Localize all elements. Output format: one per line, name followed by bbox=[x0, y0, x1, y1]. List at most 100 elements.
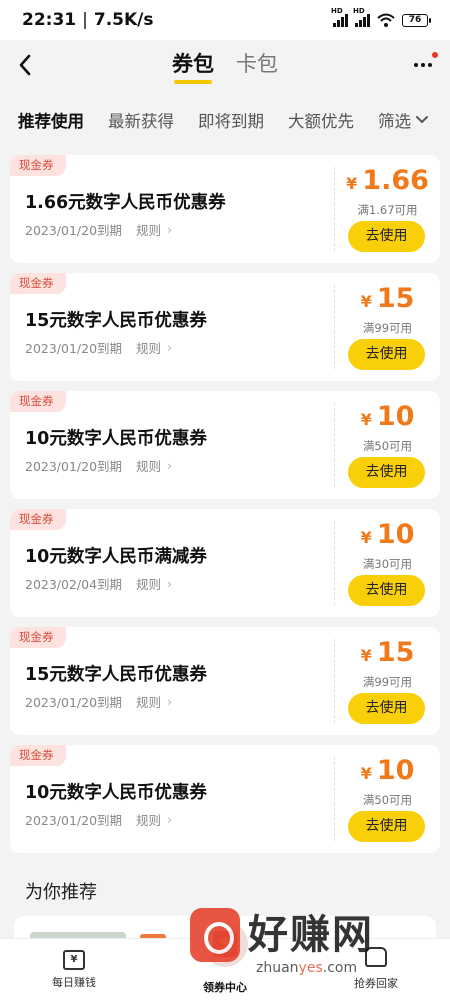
currency-symbol: ¥ bbox=[360, 292, 372, 311]
coupon-expiry: 2023/01/20到期 bbox=[25, 695, 123, 710]
coupon-value-panel: ¥ 15 满99可用 去使用 bbox=[335, 273, 440, 381]
header-tabs: 券包 卡包 bbox=[0, 48, 450, 84]
use-coupon-button[interactable]: 去使用 bbox=[348, 339, 425, 370]
coupon-value-panel: ¥ 10 满50可用 去使用 bbox=[335, 391, 440, 499]
coupon-price: ¥ 10 bbox=[335, 755, 440, 786]
coupon-title: 15元数字人民币优惠券 bbox=[25, 311, 207, 331]
wifi-icon bbox=[377, 13, 395, 27]
coupon-condition: 满99可用 bbox=[362, 321, 413, 335]
notification-dot bbox=[432, 52, 438, 58]
coupon-value-panel: ¥ 10 满30可用 去使用 bbox=[335, 509, 440, 617]
signal-icon: HD bbox=[353, 7, 370, 27]
coupon-card: 现金券 10元数字人民币满减券 2023/02/04到期 规则 › ¥ 10 满… bbox=[10, 509, 440, 617]
chevron-down-icon bbox=[416, 116, 428, 124]
coupon-meta: 2023/01/20到期 规则 › bbox=[25, 810, 172, 829]
coupon-meta: 2023/01/20到期 规则 › bbox=[25, 692, 172, 711]
coupon-amount: 10 bbox=[376, 519, 415, 550]
coupon-condition: 满30可用 bbox=[362, 557, 413, 571]
coupon-value-panel: ¥ 15 满99可用 去使用 bbox=[335, 627, 440, 735]
coupon-tag: 现金券 bbox=[10, 627, 66, 648]
nav-item-grab-coupons[interactable]: 抢券回家 bbox=[326, 947, 426, 991]
nav-label: 每日赚钱 bbox=[52, 976, 96, 989]
chevron-right-icon: › bbox=[167, 576, 172, 591]
chevron-right-icon: › bbox=[167, 458, 172, 473]
coupon-expiry: 2023/01/20到期 bbox=[25, 223, 123, 238]
filter-large-amount[interactable]: 大额优先 bbox=[288, 108, 354, 132]
coupon-value-panel: ¥ 1.66 满1.67可用 去使用 bbox=[335, 155, 440, 263]
more-dot bbox=[421, 63, 425, 67]
status-time: 22:31 bbox=[22, 10, 77, 30]
currency-symbol: ¥ bbox=[346, 174, 358, 193]
more-dot bbox=[414, 63, 418, 67]
coupon-title: 10元数字人民币优惠券 bbox=[25, 429, 207, 449]
chevron-right-icon: › bbox=[167, 222, 172, 237]
coupon-rule-link[interactable]: 规则 bbox=[136, 220, 161, 239]
coupon-price: ¥ 15 bbox=[335, 283, 440, 314]
coupon-card: 现金券 15元数字人民币优惠券 2023/01/20到期 规则 › ¥ 15 满… bbox=[10, 627, 440, 735]
coupon-rule-link[interactable]: 规则 bbox=[136, 456, 161, 475]
filter-recommended[interactable]: 推荐使用 bbox=[18, 108, 84, 132]
use-coupon-button[interactable]: 去使用 bbox=[348, 693, 425, 724]
coupon-tag: 现金券 bbox=[10, 509, 66, 530]
network-speed: 7.5K/s bbox=[93, 10, 154, 30]
home-icon bbox=[365, 947, 387, 967]
chevron-right-icon: › bbox=[167, 812, 172, 827]
use-coupon-button[interactable]: 去使用 bbox=[348, 575, 425, 606]
use-coupon-button[interactable]: 去使用 bbox=[348, 457, 425, 488]
nav-label: 领券中心 bbox=[203, 981, 247, 994]
currency-symbol: ¥ bbox=[360, 646, 372, 665]
signal-icon: HD bbox=[331, 7, 348, 27]
coupon-meta: 2023/02/04到期 规则 › bbox=[25, 574, 172, 593]
coupon-amount: 10 bbox=[376, 401, 415, 432]
recommend-title: 为你推荐 bbox=[25, 882, 97, 903]
coupon-expiry: 2023/01/20到期 bbox=[25, 813, 123, 828]
coupon-amount: 15 bbox=[376, 283, 415, 314]
coupon-price: ¥ 10 bbox=[335, 401, 440, 432]
coupon-tag: 现金券 bbox=[10, 273, 66, 294]
currency-symbol: ¥ bbox=[360, 764, 372, 783]
coupon-meta: 2023/01/20到期 规则 › bbox=[25, 338, 172, 357]
more-button[interactable] bbox=[410, 52, 438, 76]
status-separator: | bbox=[82, 10, 88, 30]
coupon-condition: 满99可用 bbox=[362, 675, 413, 689]
coupon-expiry: 2023/01/20到期 bbox=[25, 341, 123, 356]
coupon-rule-link[interactable]: 规则 bbox=[136, 338, 161, 357]
tab-card-wallet[interactable]: 卡包 bbox=[236, 48, 278, 84]
coupon-card: 现金券 10元数字人民币优惠券 2023/01/20到期 规则 › ¥ 10 满… bbox=[10, 391, 440, 499]
use-coupon-button[interactable]: 去使用 bbox=[348, 221, 425, 252]
coupon-title: 10元数字人民币优惠券 bbox=[25, 783, 207, 803]
coupon-card: 现金券 15元数字人民币优惠券 2023/01/20到期 规则 › ¥ 15 满… bbox=[10, 273, 440, 381]
filter-dropdown[interactable]: 筛选 bbox=[378, 108, 429, 132]
filter-dropdown-label: 筛选 bbox=[378, 112, 411, 131]
coupon-condition: 满50可用 bbox=[362, 793, 413, 807]
red-envelope-icon bbox=[202, 921, 248, 967]
nav-item-daily-earn[interactable]: ¥ 每日赚钱 bbox=[24, 947, 124, 990]
coupon-rule-link[interactable]: 规则 bbox=[136, 810, 161, 829]
use-coupon-button[interactable]: 去使用 bbox=[348, 811, 425, 842]
filter-newest[interactable]: 最新获得 bbox=[108, 108, 174, 132]
coupon-amount: 1.66 bbox=[362, 165, 429, 196]
coupon-meta: 2023/01/20到期 规则 › bbox=[25, 220, 172, 239]
coupon-condition: 满50可用 bbox=[362, 439, 413, 453]
coupon-rule-link[interactable]: 规则 bbox=[136, 692, 161, 711]
coupon-title: 1.66元数字人民币优惠券 bbox=[25, 193, 226, 213]
filter-bar: 推荐使用 最新获得 即将到期 大额优先 筛选 bbox=[0, 100, 450, 140]
nav-item-coupon-center[interactable]: 领券中心 bbox=[175, 921, 275, 995]
coupon-list: 现金券 1.66元数字人民币优惠券 2023/01/20到期 规则 › ¥ 1.… bbox=[10, 155, 440, 863]
nav-label: 抢券回家 bbox=[354, 977, 398, 990]
coupon-expiry: 2023/02/04到期 bbox=[25, 577, 123, 592]
coupon-amount: 15 bbox=[376, 637, 415, 668]
coupon-value-panel: ¥ 10 满50可用 去使用 bbox=[335, 745, 440, 853]
coupon-price: ¥ 15 bbox=[335, 637, 440, 668]
coupon-amount: 10 bbox=[376, 755, 415, 786]
wallet-icon: ¥ bbox=[63, 950, 85, 970]
status-bar: 22:31 | 7.5K/s HD HD 76 bbox=[0, 0, 450, 40]
coupon-price: ¥ 10 bbox=[335, 519, 440, 550]
tab-coupon-wallet[interactable]: 券包 bbox=[172, 48, 214, 84]
header: 券包 卡包 bbox=[0, 40, 450, 92]
battery-icon: 76 bbox=[402, 13, 431, 27]
filter-expiring[interactable]: 即将到期 bbox=[198, 108, 264, 132]
coupon-rule-link[interactable]: 规则 bbox=[136, 574, 161, 593]
coupon-tag: 现金券 bbox=[10, 155, 66, 176]
coupon-title: 15元数字人民币优惠券 bbox=[25, 665, 207, 685]
